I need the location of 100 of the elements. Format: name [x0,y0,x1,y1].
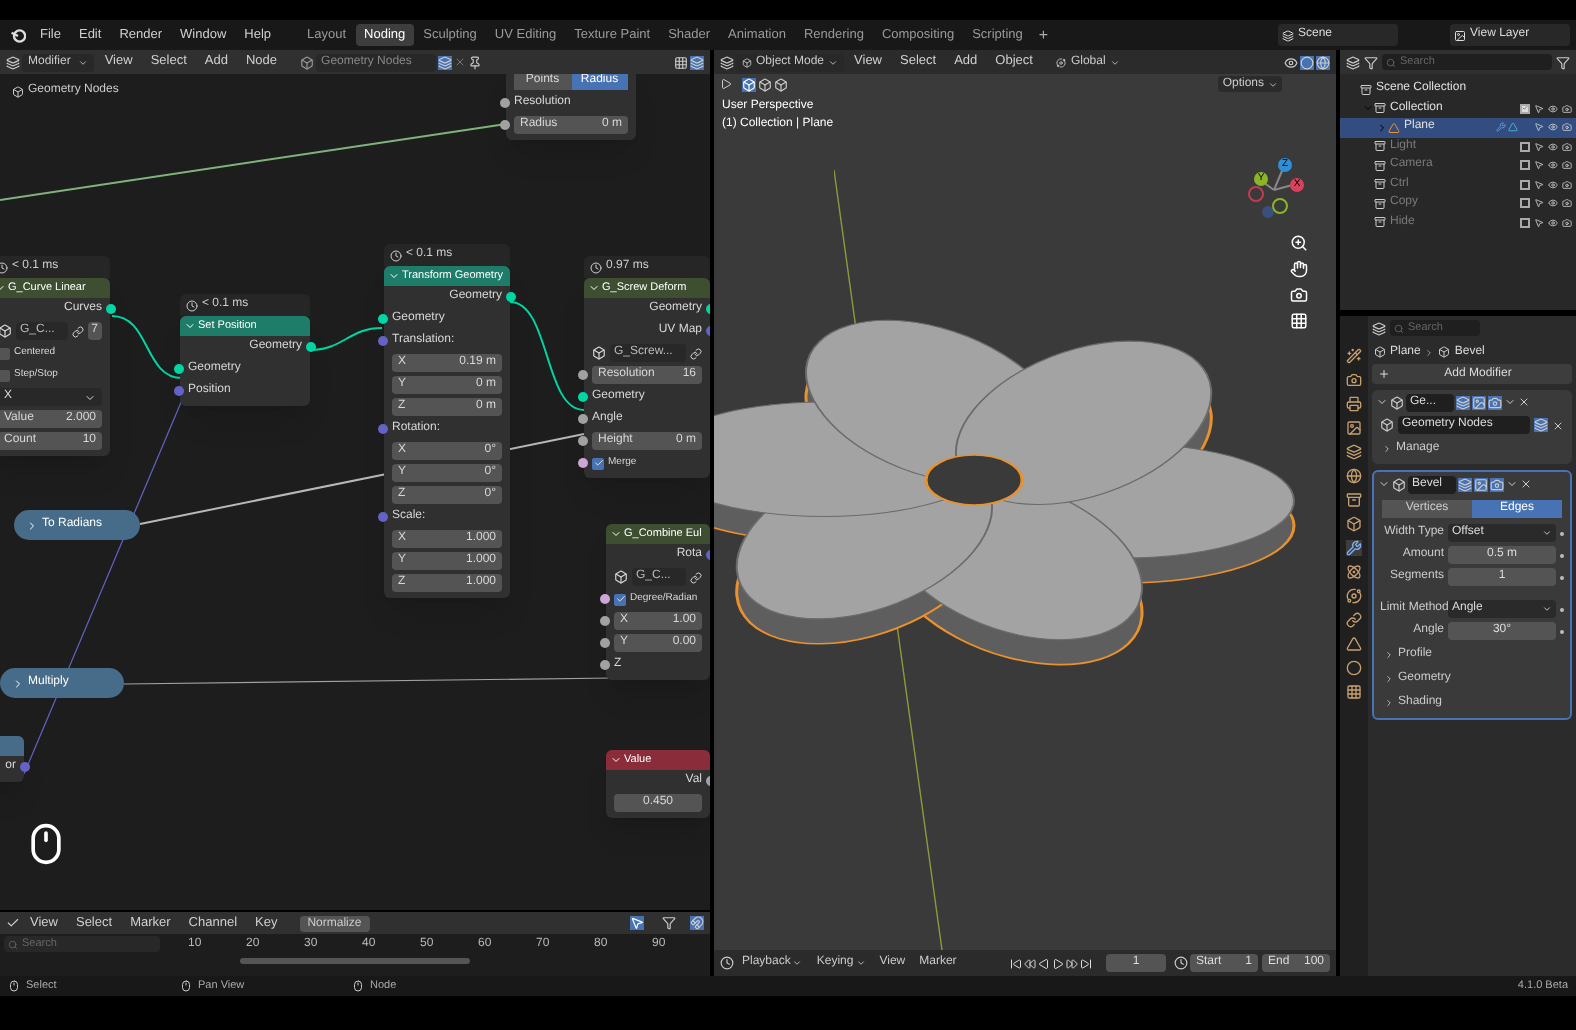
caret-icon[interactable] [1504,396,1516,408]
pin-icon[interactable] [467,55,482,69]
circle-icon[interactable] [1346,660,1362,676]
link-icon[interactable] [71,325,84,337]
wrench-icon[interactable] [1346,540,1362,556]
filter-icon[interactable] [1556,55,1570,69]
zoom-icon[interactable] [1290,234,1308,252]
camera-icon[interactable] [1562,198,1572,209]
camera-icon[interactable] [1562,160,1572,171]
eye-icon[interactable] [1548,198,1558,209]
collection-icon [1374,140,1386,153]
node-link [309,327,383,351]
cube-icon [1392,477,1406,491]
cube-icon [1438,346,1451,358]
caret-icon [1542,604,1552,614]
rewind-icon[interactable] [1024,957,1036,969]
link-icon[interactable] [1346,612,1362,628]
layers-icon [1282,29,1294,41]
layers-icon[interactable] [1458,477,1472,491]
mouse-icon [180,980,192,992]
caret-icon [84,391,96,403]
layers-icon[interactable] [1346,444,1362,460]
grid-icon[interactable] [1290,312,1308,330]
checkmark-icon [615,594,625,604]
globe-icon[interactable] [1346,468,1362,484]
eye-icon[interactable] [1548,103,1558,114]
chevron-down-icon[interactable] [1376,396,1388,408]
checkbox[interactable] [1520,103,1530,114]
camera-icon[interactable] [1562,103,1572,114]
atom-icon[interactable] [1346,564,1362,580]
stopwatch-icon[interactable] [1174,956,1188,970]
triangle-icon[interactable] [1346,636,1362,652]
cube-icon [1374,346,1386,358]
mouse-icon [352,980,364,992]
close-icon[interactable] [1520,478,1532,490]
cube-icon [742,57,752,67]
jump-start-icon[interactable] [1010,957,1022,969]
chevron-right-icon [12,677,24,689]
checkbox[interactable] [1520,198,1530,209]
caret-icon [78,57,89,67]
link-icon[interactable] [690,347,702,359]
chevron-down-icon[interactable] [1378,478,1390,490]
checkbox[interactable] [1520,179,1530,190]
search-icon [8,939,18,949]
cube-icon[interactable] [1346,516,1362,532]
caret-icon[interactable] [1506,478,1518,490]
checkbox[interactable] [0,347,10,359]
hand-icon[interactable] [1290,260,1308,278]
search-icon [1386,57,1396,67]
close-icon[interactable] [1552,419,1564,431]
caret-icon [828,57,839,67]
checker-icon[interactable] [1346,684,1362,700]
printer-icon[interactable] [1346,396,1362,412]
close-icon[interactable] [1518,396,1530,408]
camera-icon[interactable] [1562,141,1572,152]
eye-icon[interactable] [1548,122,1558,133]
node-link [111,315,183,379]
orbit-icon [1056,57,1067,67]
app-logo-icon [10,27,26,43]
chevron-down-icon [610,528,622,540]
add-workspace-button[interactable]: + [1032,23,1055,47]
layers-icon[interactable] [1456,395,1470,409]
wand-icon[interactable] [1346,348,1362,364]
triangle-icon[interactable] [1508,122,1518,133]
eye-icon[interactable] [1284,55,1298,69]
collection-icon [1374,159,1386,172]
camera-icon[interactable] [1346,372,1362,388]
magnet-icon[interactable] [690,916,704,930]
play-reverse-icon[interactable] [1038,957,1050,969]
caret-icon [1109,57,1120,67]
collection-icon [1360,83,1372,96]
collection-icon [1374,178,1386,191]
image-icon [1454,29,1466,41]
image-icon[interactable] [1346,420,1362,436]
caret-icon [1268,79,1278,89]
node-link [509,301,585,411]
plus-icon [1378,368,1390,380]
stopwatch-icon [390,249,402,261]
checkbox[interactable] [0,369,10,381]
camera-icon[interactable] [1490,477,1504,491]
orbit-icon[interactable] [1346,588,1362,604]
camera-icon[interactable] [1562,179,1572,190]
eye-icon[interactable] [1548,179,1558,190]
fast-forward-icon[interactable] [1066,957,1078,969]
checkbox[interactable] [1520,217,1530,228]
eye-icon[interactable] [1548,160,1558,171]
filter-icon[interactable] [662,916,676,930]
jump-end-icon[interactable] [1080,957,1092,969]
play-icon[interactable] [1052,957,1064,969]
checkbox[interactable] [1520,160,1530,171]
play-icon[interactable] [720,78,732,90]
eye-icon[interactable] [1548,141,1558,152]
checkbox[interactable] [1520,141,1530,152]
caret-icon [855,958,866,968]
eye-icon[interactable] [1548,217,1558,228]
camera-icon[interactable] [1488,395,1502,409]
collection-icon [1374,102,1386,115]
archive-icon[interactable] [1346,492,1362,508]
link-icon[interactable] [690,571,702,583]
camera-icon[interactable] [1562,217,1572,228]
